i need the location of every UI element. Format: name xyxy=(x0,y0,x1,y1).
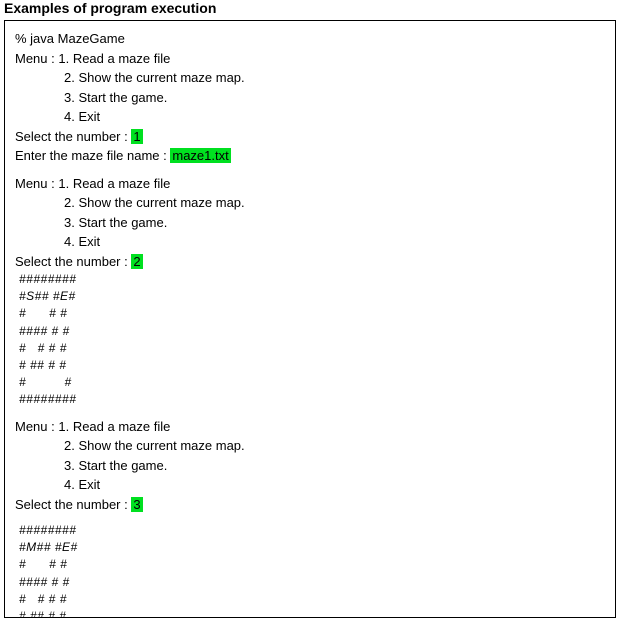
menu-line-1b: Menu : 1. Read a maze file xyxy=(15,174,605,194)
maze-row: ######## xyxy=(15,522,605,539)
select-prompt-2: Select the number : 2 xyxy=(15,252,605,272)
menu-line-2: 2. Show the current maze map. xyxy=(15,68,605,88)
maze-row: # # xyxy=(15,374,605,391)
maze-row: # # # # xyxy=(15,591,605,608)
menu-line-3c: 3. Start the game. xyxy=(15,456,605,476)
section-heading: Examples of program execution xyxy=(0,0,620,20)
menu-line-1c: Menu : 1. Read a maze file xyxy=(15,417,605,437)
menu-line-3b: 3. Start the game. xyxy=(15,213,605,233)
maze-row: ######## xyxy=(15,391,605,408)
user-input-filename: maze1.txt xyxy=(170,148,230,163)
menu-line-2b: 2. Show the current maze map. xyxy=(15,193,605,213)
select-prompt-1: Select the number : 1 xyxy=(15,127,605,147)
maze-row: #### # # xyxy=(15,323,605,340)
maze-row: # # # # xyxy=(15,340,605,357)
maze-row: ######## xyxy=(15,271,605,288)
maze-row: # # # xyxy=(15,305,605,322)
menu-line-1: Menu : 1. Read a maze file xyxy=(15,49,605,69)
terminal-output: % java MazeGame Menu : 1. Read a maze fi… xyxy=(4,20,616,618)
user-input-1: 1 xyxy=(131,129,142,144)
menu-line-4b: 4. Exit xyxy=(15,232,605,252)
maze-row: #S## #E# xyxy=(15,288,605,305)
menu-line-4: 4. Exit xyxy=(15,107,605,127)
maze-row: #M## #E# xyxy=(15,539,605,556)
file-prompt: Enter the maze file name : maze1.txt xyxy=(15,146,605,166)
maze-row: # ## # # xyxy=(15,608,605,618)
menu-line-4c: 4. Exit xyxy=(15,475,605,495)
command-line: % java MazeGame xyxy=(15,29,605,49)
menu-line-2c: 2. Show the current maze map. xyxy=(15,436,605,456)
maze-row: # # # xyxy=(15,556,605,573)
maze-row: # ## # # xyxy=(15,357,605,374)
select-prompt-3: Select the number : 3 xyxy=(15,495,605,515)
user-input-3: 3 xyxy=(131,497,142,512)
user-input-2: 2 xyxy=(131,254,142,269)
maze-row: #### # # xyxy=(15,574,605,591)
menu-line-3: 3. Start the game. xyxy=(15,88,605,108)
